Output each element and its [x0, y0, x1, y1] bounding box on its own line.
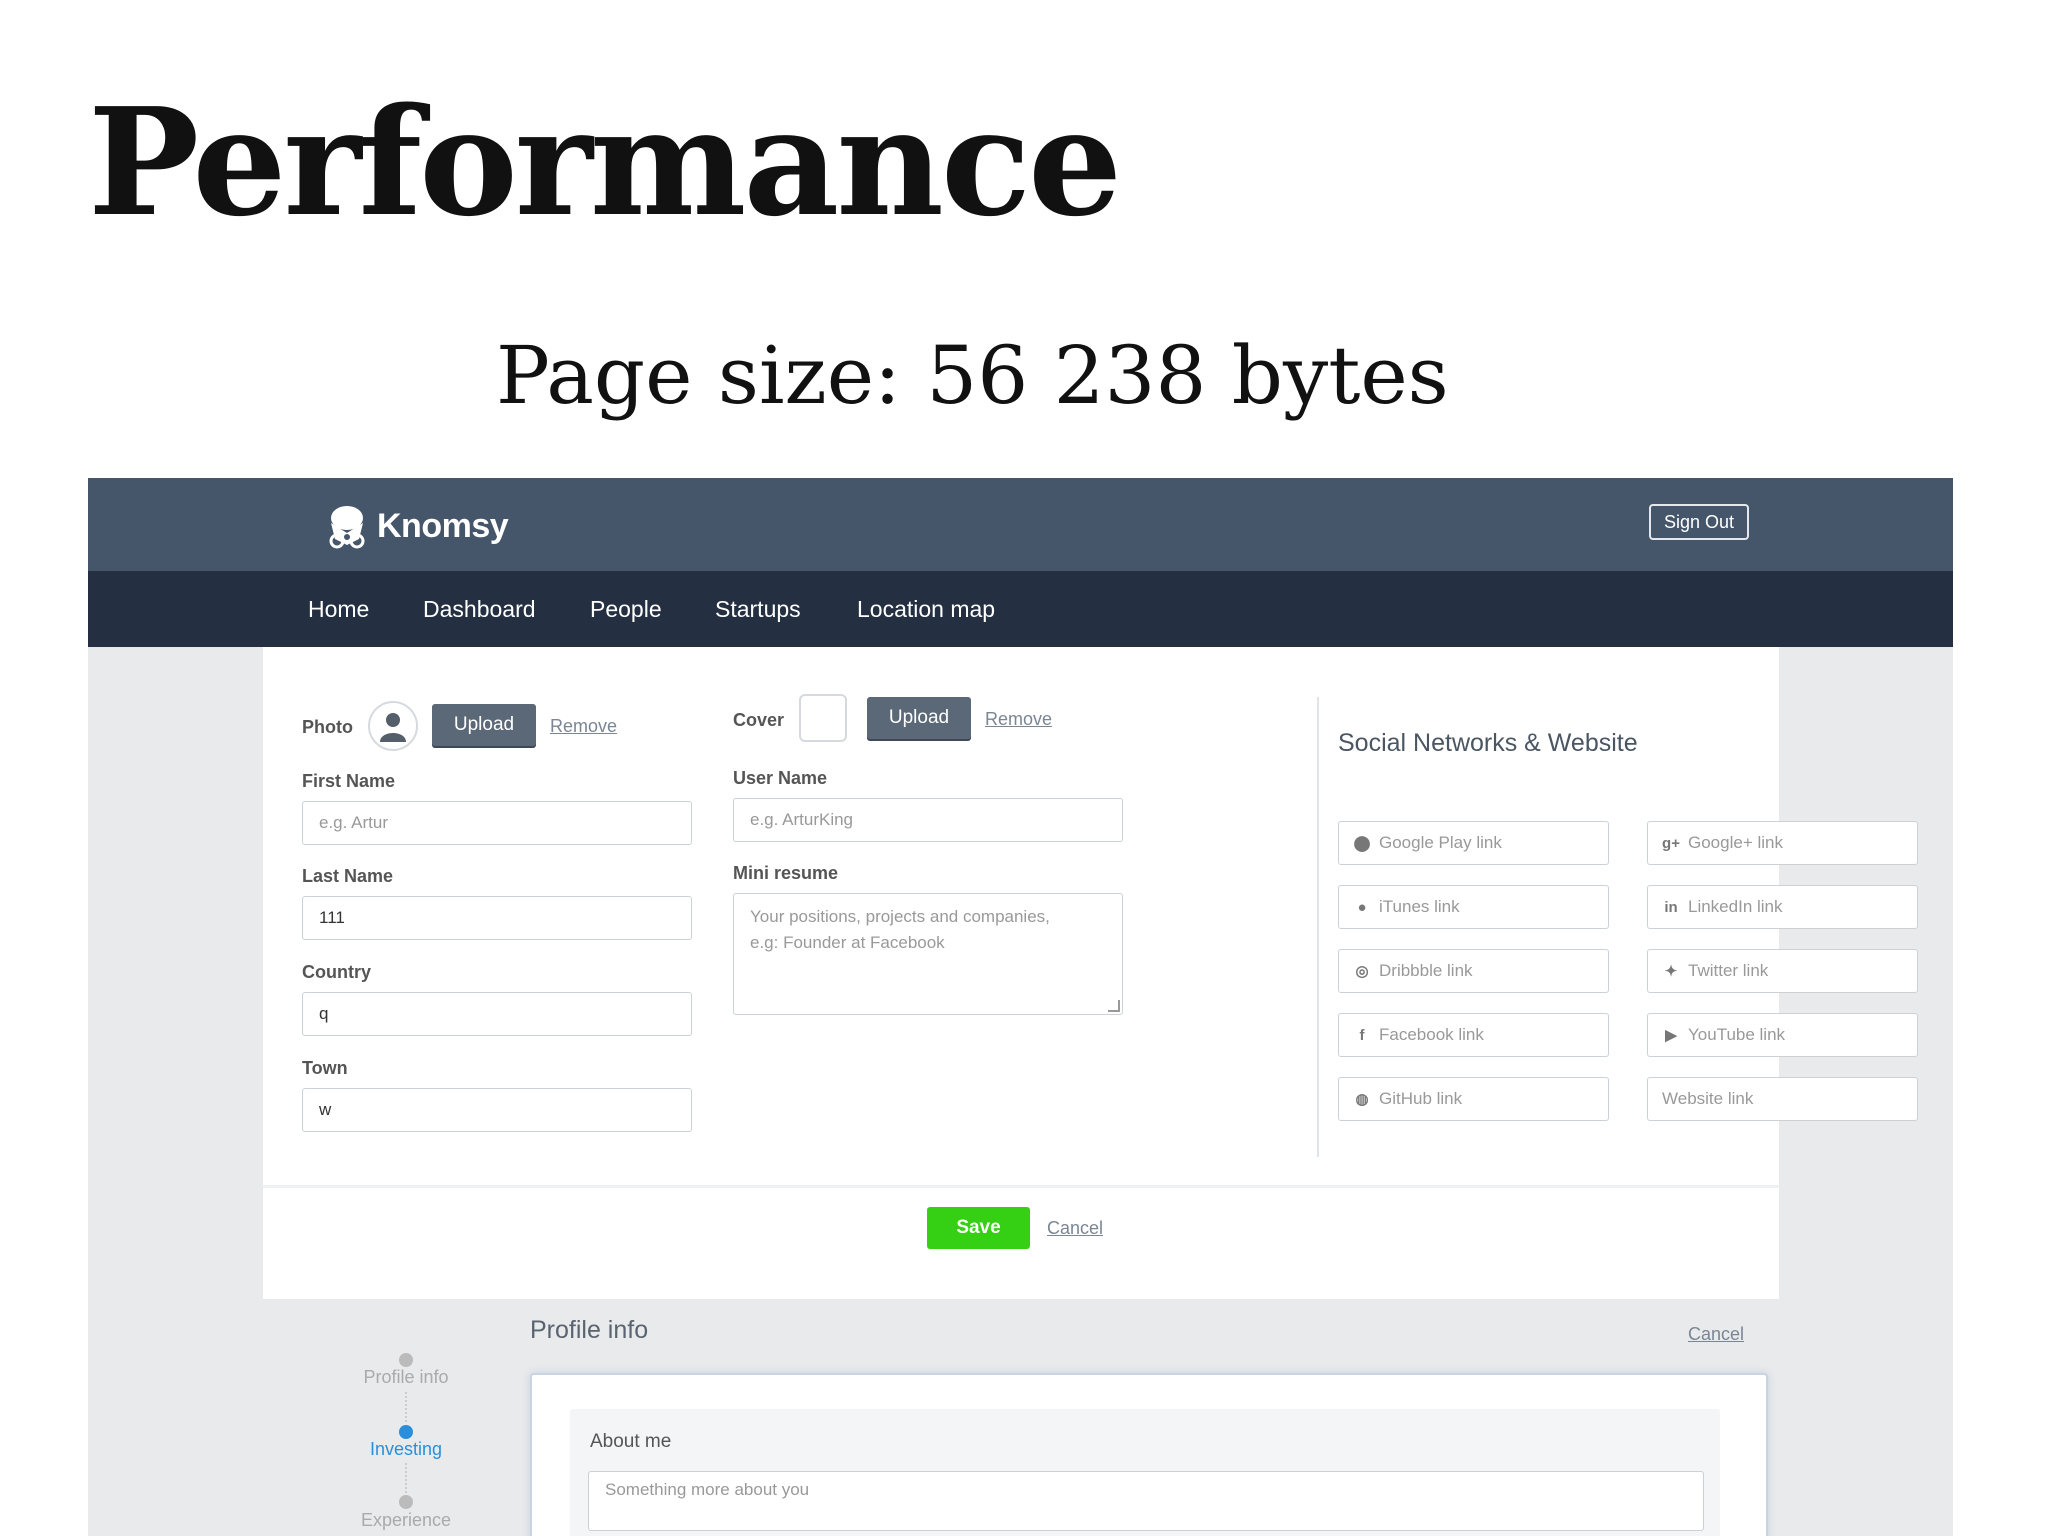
- user-name-input[interactable]: e.g. ArturKing: [733, 798, 1123, 842]
- avatar[interactable]: [368, 701, 418, 751]
- nav-dashboard[interactable]: Dashboard: [423, 571, 536, 647]
- youtube-icon: ▶: [1665, 1027, 1677, 1044]
- last-name-input[interactable]: 111: [302, 896, 692, 940]
- form-divider: [263, 1185, 1779, 1188]
- profile-edit-card: Photo Upload Remove First Name e.g. Artu…: [263, 647, 1918, 1299]
- photo-upload-button[interactable]: Upload: [432, 704, 536, 746]
- nav-people[interactable]: People: [590, 571, 662, 647]
- slide-subtitle: Page size: 56 238 bytes: [496, 329, 1449, 422]
- mini-resume-textarea[interactable]: Your positions, projects and companies, …: [733, 893, 1123, 1015]
- column-divider: [1317, 697, 1319, 1157]
- step-label-experience[interactable]: Experience: [336, 1510, 476, 1531]
- mini-resume-label: Mini resume: [733, 863, 839, 883]
- brand-logo[interactable]: Knomsy: [323, 502, 509, 550]
- app-screenshot: Knomsy Sign Out Home Dashboard People St…: [88, 478, 1953, 1536]
- wizard-title: Profile info: [530, 1316, 649, 1344]
- apple-icon: ●: [1357, 898, 1367, 916]
- google-play-input[interactable]: ⬤ Google Play link: [1338, 821, 1609, 865]
- first-name-input[interactable]: e.g. Artur: [302, 801, 692, 845]
- website-placeholder: Website link: [1662, 1089, 1754, 1108]
- linkedin-icon: in: [1664, 898, 1678, 916]
- cancel-link[interactable]: Cancel: [1047, 1218, 1103, 1239]
- itunes-input[interactable]: ● iTunes link: [1338, 885, 1609, 929]
- about-me-input[interactable]: Something more about you: [588, 1471, 1704, 1531]
- step-label-profile-info[interactable]: Profile info: [336, 1367, 476, 1388]
- cover-remove-link[interactable]: Remove: [985, 709, 1052, 730]
- google-plus-icon: g+: [1662, 834, 1680, 852]
- photo-label: Photo: [302, 717, 353, 737]
- website-input[interactable]: Website link: [1647, 1077, 1918, 1121]
- brand-name: Knomsy: [377, 506, 509, 545]
- cover-thumbnail[interactable]: [799, 694, 847, 742]
- google-plus-input[interactable]: g+ Google+ link: [1647, 821, 1918, 865]
- mini-resume-placeholder-line1: Your positions, projects and companies,: [750, 907, 1050, 926]
- cover-label: Cover: [733, 710, 785, 730]
- last-name-label: Last Name: [302, 866, 394, 886]
- about-me-section: About me Something more about you: [570, 1409, 1720, 1536]
- nav-startups[interactable]: Startups: [715, 571, 801, 647]
- step-label-investing[interactable]: Investing: [336, 1439, 476, 1460]
- cover-upload-button[interactable]: Upload: [867, 697, 971, 739]
- slide-title: Performance: [88, 75, 1122, 249]
- google-plus-placeholder: Google+ link: [1688, 833, 1783, 852]
- about-me-label: About me: [590, 1431, 672, 1452]
- github-icon: ◍: [1355, 1091, 1369, 1108]
- step-dot-experience[interactable]: [399, 1495, 413, 1509]
- twitter-input[interactable]: ✦ Twitter link: [1647, 949, 1918, 993]
- profile-info-panel: About me Something more about you: [530, 1373, 1768, 1536]
- github-input[interactable]: ◍ GitHub link: [1338, 1077, 1609, 1121]
- android-icon: ⬤: [1353, 835, 1371, 852]
- youtube-input[interactable]: ▶ YouTube link: [1647, 1013, 1918, 1057]
- facebook-placeholder: Facebook link: [1379, 1025, 1484, 1044]
- social-section-title: Social Networks & Website: [1338, 729, 1638, 757]
- youtube-placeholder: YouTube link: [1688, 1025, 1786, 1044]
- step-connector: [405, 1392, 407, 1422]
- google-play-placeholder: Google Play link: [1379, 833, 1502, 852]
- linkedin-placeholder: LinkedIn link: [1688, 897, 1783, 916]
- user-icon: [380, 713, 406, 742]
- save-button[interactable]: Save: [927, 1207, 1030, 1249]
- first-name-label: First Name: [302, 771, 396, 791]
- dribbble-placeholder: Dribbble link: [1379, 961, 1473, 980]
- twitter-placeholder: Twitter link: [1688, 961, 1769, 980]
- nav-home[interactable]: Home: [308, 571, 369, 647]
- step-connector: [405, 1463, 407, 1493]
- sign-out-button[interactable]: Sign Out: [1649, 504, 1749, 540]
- country-input[interactable]: q: [302, 992, 692, 1036]
- facebook-icon: f: [1359, 1026, 1365, 1044]
- github-placeholder: GitHub link: [1379, 1089, 1463, 1108]
- linkedin-input[interactable]: in LinkedIn link: [1647, 885, 1918, 929]
- dribbble-icon: ◎: [1355, 963, 1369, 980]
- top-bar: Knomsy Sign Out: [88, 478, 1953, 571]
- resize-handle-icon[interactable]: [1108, 1000, 1120, 1012]
- main-nav: Home Dashboard People Startups Location …: [88, 571, 1953, 647]
- dribbble-input[interactable]: ◎ Dribbble link: [1338, 949, 1609, 993]
- user-name-label: User Name: [733, 768, 828, 788]
- itunes-placeholder: iTunes link: [1379, 897, 1460, 916]
- town-input[interactable]: w: [302, 1088, 692, 1132]
- town-label: Town: [302, 1058, 348, 1078]
- wizard-cancel-link[interactable]: Cancel: [1688, 1324, 1744, 1345]
- facebook-input[interactable]: f Facebook link: [1338, 1013, 1609, 1057]
- country-label: Country: [302, 962, 371, 982]
- nav-location-map[interactable]: Location map: [857, 571, 995, 647]
- photo-remove-link[interactable]: Remove: [550, 716, 617, 737]
- mini-resume-placeholder-line2: e.g: Founder at Facebook: [750, 933, 945, 952]
- knomsy-logo-icon: [329, 506, 365, 549]
- step-dot-profile-info[interactable]: [399, 1353, 413, 1367]
- step-dot-investing[interactable]: [399, 1425, 413, 1439]
- twitter-icon: ✦: [1664, 963, 1678, 980]
